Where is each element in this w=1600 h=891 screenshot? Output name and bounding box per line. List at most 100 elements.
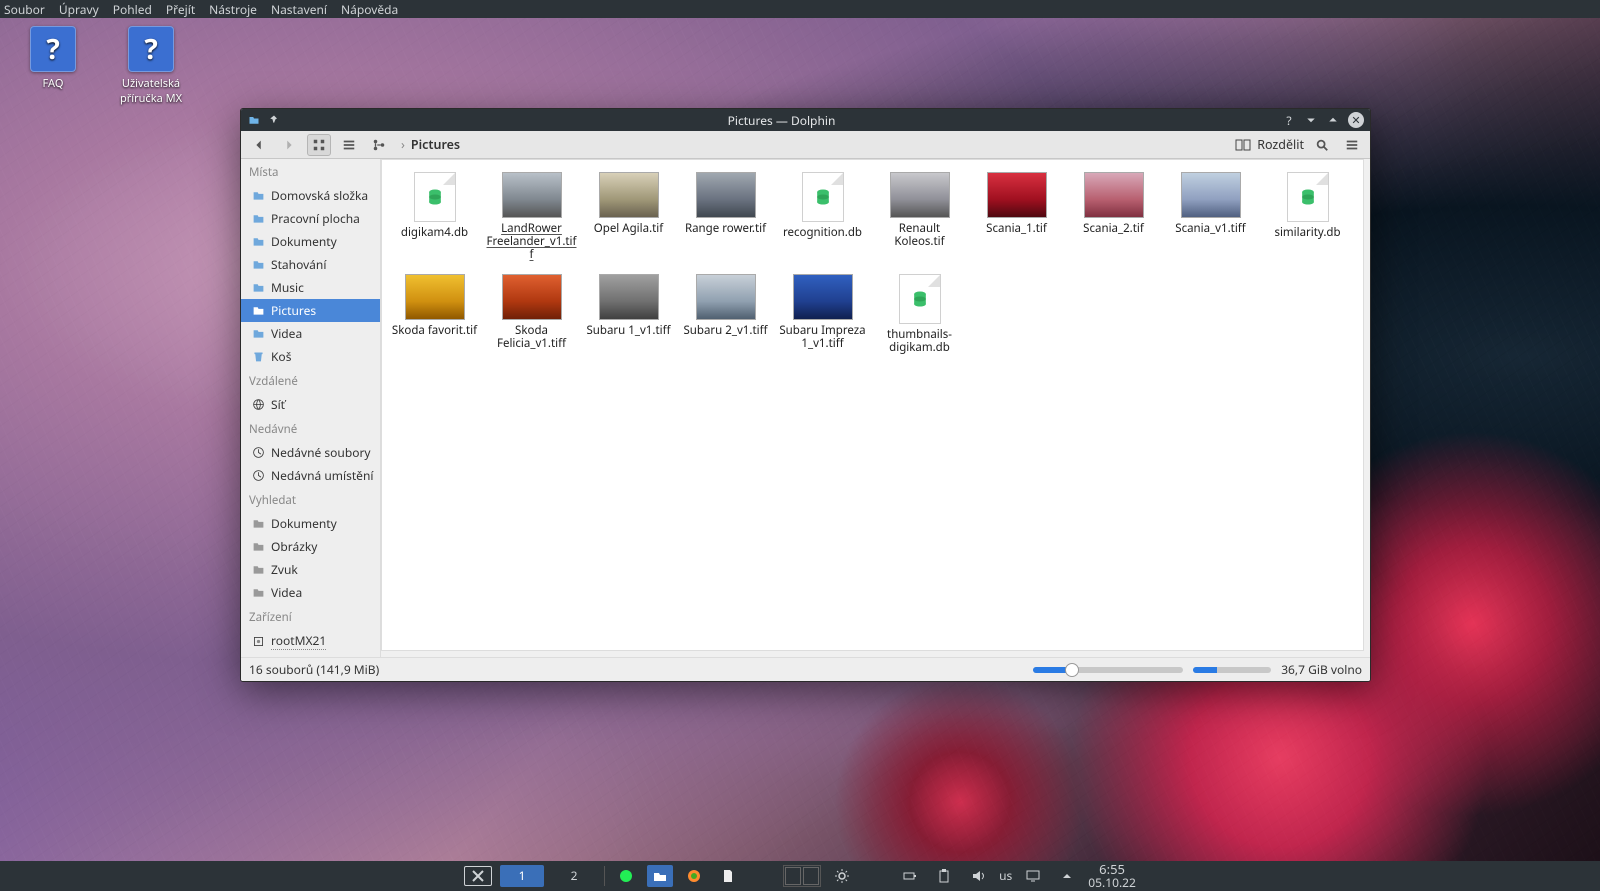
file-name: Skoda favorit.tif [392, 324, 477, 337]
workspace-pager[interactable] [783, 865, 821, 887]
tray-battery-icon[interactable] [897, 865, 923, 887]
window-titlebar[interactable]: Pictures — Dolphin ? ✕ [241, 109, 1370, 131]
tree-view-button[interactable] [367, 134, 391, 156]
hamburger-menu-button[interactable] [1340, 134, 1364, 156]
file-name: LandRower Freelander_v1.tiff [485, 222, 578, 262]
sidebar-item-label: Pictures [271, 302, 316, 319]
sidebar-item-label: Pracovní plocha [271, 210, 360, 227]
sidebar-item[interactable]: Pracovní plocha [241, 207, 380, 230]
sidebar-item[interactable]: Zvuk [241, 558, 380, 581]
sidebar-item[interactable]: Dokumenty [241, 512, 380, 535]
sidebar-item-label: Domovská složka [271, 187, 368, 204]
menu-go[interactable]: Přejít [166, 1, 195, 18]
clock[interactable]: 6:55 05.10.22 [1088, 863, 1136, 889]
tray-volume-icon[interactable] [965, 865, 991, 887]
file-item[interactable]: Scania_2.tif [1065, 168, 1162, 266]
status-text: 16 souborů (141,9 MiB) [249, 661, 379, 678]
tray-expand-icon[interactable] [1054, 865, 1080, 887]
file-item[interactable]: Range rower.tif [677, 168, 774, 266]
file-item[interactable]: recognition.db [774, 168, 871, 266]
pin-icon[interactable] [267, 113, 281, 127]
list-view-button[interactable] [337, 134, 361, 156]
sidebar-item[interactable]: Síť [241, 393, 380, 416]
sidebar-item-label: Síť [271, 396, 285, 413]
task-file-icon[interactable] [715, 865, 741, 887]
sidebar-item[interactable]: Koš [241, 345, 380, 368]
sidebar-item[interactable]: Videa [241, 322, 380, 345]
file-item[interactable]: Scania_1.tif [968, 168, 1065, 266]
file-item[interactable]: Skoda Felicia_v1.tiff [483, 270, 580, 358]
question-icon: ? [30, 26, 76, 72]
file-item[interactable]: Opel Agila.tif [580, 168, 677, 266]
tray-clipboard-icon[interactable] [931, 865, 957, 887]
tray-moon-icon[interactable] [749, 865, 775, 887]
breadcrumb[interactable]: › Pictures [401, 136, 460, 153]
file-name: Range rower.tif [685, 222, 766, 235]
help-button[interactable]: ? [1282, 113, 1296, 127]
tray-display-icon[interactable] [1020, 865, 1046, 887]
taskbar: 1 2 us 6:55 05.10.22 [0, 861, 1600, 891]
task-firefox[interactable] [681, 865, 707, 887]
desktop-icon-manual[interactable]: ? Uživatelská příručka MX [116, 26, 186, 106]
back-button[interactable] [247, 134, 271, 156]
file-item[interactable]: similarity.db [1259, 168, 1356, 266]
sidebar-item-label: Dokumenty [271, 233, 337, 250]
start-button[interactable] [464, 866, 492, 886]
tray-night-icon[interactable] [863, 865, 889, 887]
search-button[interactable] [1310, 134, 1334, 156]
image-thumbnail [599, 172, 659, 218]
icons-view-button[interactable] [307, 134, 331, 156]
sidebar-item[interactable]: Videa [241, 581, 380, 604]
image-thumbnail [1084, 172, 1144, 218]
zoom-slider[interactable] [1033, 667, 1183, 673]
file-item[interactable]: Skoda favorit.tif [386, 270, 483, 358]
folder-icon [251, 235, 265, 249]
close-button[interactable]: ✕ [1348, 112, 1364, 128]
file-item[interactable]: digikam4.db [386, 168, 483, 266]
file-name: thumbnails-digikam.db [873, 328, 966, 354]
menu-view[interactable]: Pohled [113, 1, 152, 18]
breadcrumb-label[interactable]: Pictures [411, 136, 460, 153]
sidebar-item[interactable]: Nedávné soubory [241, 441, 380, 464]
file-item[interactable]: Subaru 1_v1.tiff [580, 270, 677, 358]
workspace-2[interactable]: 2 [552, 865, 596, 887]
file-view[interactable]: digikam4.dbLandRower Freelander_v1.tiffO… [381, 159, 1364, 651]
file-item[interactable]: Scania_v1.tiff [1162, 168, 1259, 266]
menu-settings[interactable]: Nastavení [271, 1, 327, 18]
maximize-button[interactable] [1326, 113, 1340, 127]
menu-edit[interactable]: Úpravy [59, 1, 99, 18]
tray-brightness-icon[interactable] [829, 865, 855, 887]
tray-updater-icon[interactable] [613, 865, 639, 887]
sidebar-item[interactable]: Nedávná umístění [241, 464, 380, 487]
workspace-1[interactable]: 1 [500, 865, 544, 887]
split-view-button[interactable]: Rozdělit [1235, 136, 1304, 153]
menu-tools[interactable]: Nástroje [209, 1, 257, 18]
keyboard-layout-indicator[interactable]: us [999, 867, 1012, 884]
task-dolphin[interactable] [647, 865, 673, 887]
file-item[interactable]: Subaru Impreza 1_v1.tiff [774, 270, 871, 358]
forward-button[interactable] [277, 134, 301, 156]
minimize-button[interactable] [1304, 113, 1318, 127]
file-item[interactable]: Renault Koleos.tif [871, 168, 968, 266]
image-thumbnail [502, 274, 562, 320]
sidebar-item[interactable]: Pictures [241, 299, 380, 322]
menu-help[interactable]: Nápověda [341, 1, 398, 18]
sidebar-item[interactable]: Domovská složka [241, 184, 380, 207]
image-thumbnail [599, 274, 659, 320]
sidebar-item[interactable]: rootMX21 [241, 629, 380, 653]
file-item[interactable]: thumbnails-digikam.db [871, 270, 968, 358]
file-item[interactable]: LandRower Freelander_v1.tiff [483, 168, 580, 266]
menu-file[interactable]: Soubor [4, 1, 45, 18]
free-space-label: 36,7 GiB volno [1281, 661, 1362, 678]
sidebar-item[interactable]: Music [241, 276, 380, 299]
database-icon [414, 172, 456, 222]
folder-icon [251, 258, 265, 272]
file-name: Subaru 1_v1.tiff [586, 324, 670, 337]
desktop-icon-faq[interactable]: ? FAQ [18, 26, 88, 106]
file-name: recognition.db [783, 226, 862, 239]
sidebar-item[interactable]: Obrázky [241, 535, 380, 558]
sidebar-item[interactable]: Dokumenty [241, 230, 380, 253]
file-item[interactable]: Subaru 2_v1.tiff [677, 270, 774, 358]
folder-gray-icon [251, 586, 265, 600]
sidebar-item[interactable]: Stahování [241, 253, 380, 276]
